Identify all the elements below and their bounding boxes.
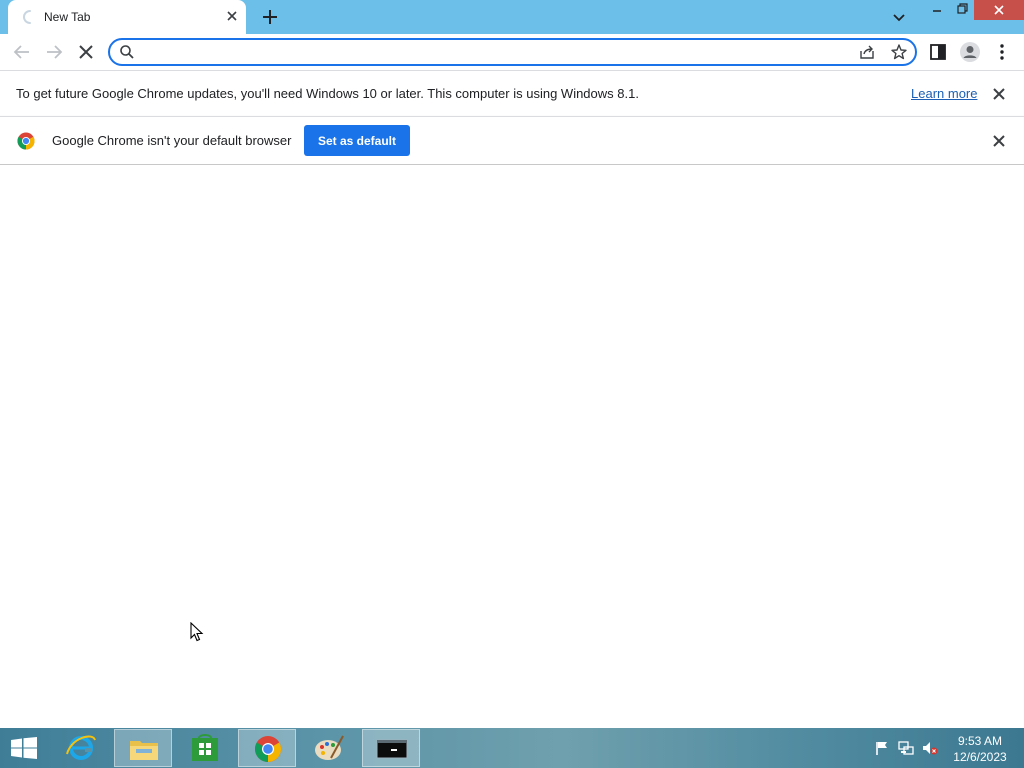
paint-palette-icon: [315, 735, 344, 760]
close-icon[interactable]: [992, 87, 1006, 101]
taskbar-file-explorer[interactable]: [114, 729, 172, 767]
volume-muted-icon[interactable]: [922, 740, 938, 756]
network-icon[interactable]: [898, 740, 914, 756]
address-input[interactable]: [144, 42, 844, 62]
chrome-logo-icon: [17, 132, 35, 150]
stop-loading-icon[interactable]: [74, 40, 98, 64]
clock-time[interactable]: 9:53 AM: [944, 734, 1016, 748]
side-panel-icon[interactable]: [926, 40, 950, 64]
close-icon[interactable]: [992, 134, 1006, 148]
set-as-default-button[interactable]: Set as default: [304, 125, 410, 156]
internet-explorer-icon: [66, 735, 96, 760]
share-icon[interactable]: [858, 43, 876, 61]
browser-toolbar: [0, 34, 1024, 70]
search-icon: [120, 45, 134, 59]
new-tab-button[interactable]: [260, 7, 280, 27]
back-arrow-icon[interactable]: [10, 40, 34, 64]
taskbar-chrome[interactable]: [238, 729, 296, 767]
taskbar-internet-explorer[interactable]: [52, 729, 110, 767]
taskbar-paint[interactable]: [300, 729, 358, 767]
mouse-pointer-icon: [190, 622, 204, 642]
page-content[interactable]: [0, 165, 1024, 728]
profile-avatar-icon[interactable]: [958, 40, 982, 64]
close-window-button[interactable]: [974, 0, 1024, 20]
store-icon: [192, 734, 218, 761]
default-browser-message: Google Chrome isn't your default browser: [52, 133, 292, 148]
tab-title: New Tab: [44, 10, 91, 24]
forward-arrow-icon[interactable]: [42, 40, 66, 64]
taskbar-command-prompt[interactable]: [362, 729, 420, 767]
chrome-icon: [254, 736, 282, 762]
default-browser-infobar: Google Chrome isn't your default browser…: [0, 116, 1024, 165]
learn-more-link[interactable]: Learn more: [911, 86, 977, 101]
close-tab-icon[interactable]: [224, 8, 240, 24]
loading-spinner-icon: [23, 10, 31, 24]
minimize-window-button[interactable]: [924, 0, 950, 20]
command-prompt-icon: [376, 739, 408, 759]
update-infobar: To get future Google Chrome updates, you…: [0, 70, 1024, 116]
tab-search-chevron-icon[interactable]: [890, 8, 908, 26]
tab-strip: New Tab: [0, 0, 1024, 34]
tab-new-tab[interactable]: New Tab: [8, 0, 246, 34]
chrome-menu-icon[interactable]: [990, 40, 1014, 64]
windows-taskbar: 9:53 AM 12/6/2023: [0, 728, 1024, 768]
windows-start-icon[interactable]: [10, 737, 38, 759]
action-center-flag-icon[interactable]: [874, 740, 890, 756]
bookmark-star-icon[interactable]: [890, 43, 908, 61]
address-bar[interactable]: [108, 38, 917, 66]
update-message: To get future Google Chrome updates, you…: [16, 86, 639, 101]
restore-window-button[interactable]: [950, 0, 974, 20]
clock-date[interactable]: 12/6/2023: [944, 750, 1016, 764]
taskbar-store[interactable]: [176, 729, 234, 767]
file-explorer-folder-icon: [130, 741, 158, 760]
